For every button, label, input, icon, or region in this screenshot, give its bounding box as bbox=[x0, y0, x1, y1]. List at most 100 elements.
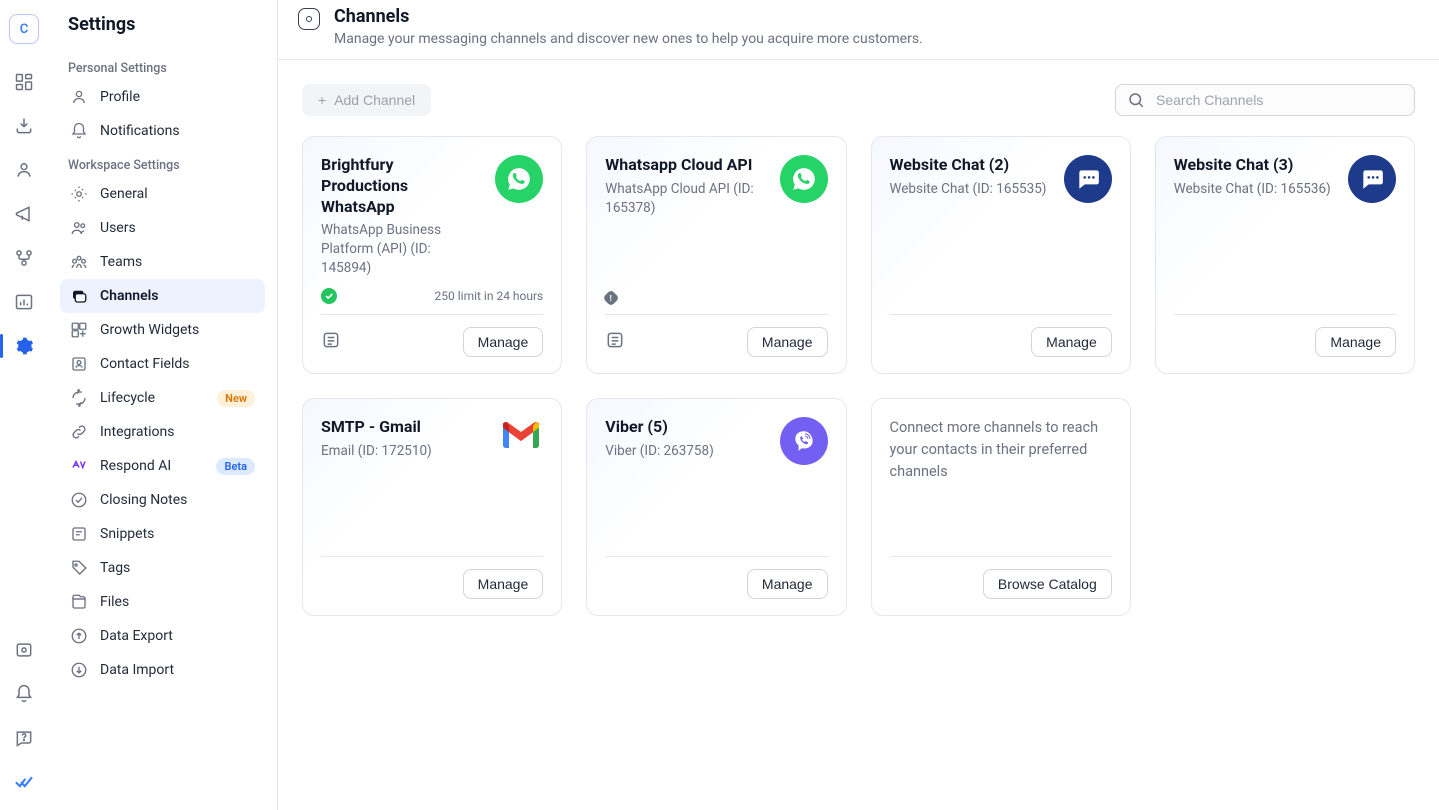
manage-button[interactable]: Manage bbox=[463, 327, 544, 357]
add-channel-button[interactable]: + Add Channel bbox=[302, 84, 431, 116]
sidebar-item-label: General bbox=[100, 186, 148, 202]
sidebar-item-teams[interactable]: Teams bbox=[60, 245, 265, 279]
sidebar-item-label: Integrations bbox=[100, 424, 174, 440]
sidebar-item-respond-ai[interactable]: Respond AI Beta bbox=[60, 449, 265, 483]
section-personal-settings: Personal Settings bbox=[60, 57, 265, 80]
sidebar-item-files[interactable]: Files bbox=[60, 585, 265, 619]
new-badge: New bbox=[217, 390, 255, 407]
user-icon bbox=[70, 88, 88, 106]
catalog-card: Connect more channels to reach your cont… bbox=[871, 398, 1131, 616]
import-icon bbox=[70, 661, 88, 679]
manage-button[interactable]: Manage bbox=[747, 569, 828, 599]
gmail-icon bbox=[499, 417, 543, 461]
sidebar-title: Settings bbox=[60, 14, 265, 35]
page-header: Channels Manage your messaging channels … bbox=[278, 0, 1439, 60]
channel-card: Whatsapp Cloud API WhatsApp Cloud API (ID… bbox=[586, 136, 846, 374]
rail-contact-icon[interactable] bbox=[8, 152, 40, 188]
sidebar-item-label: Tags bbox=[100, 560, 130, 576]
channel-subtitle: WhatsApp Cloud API (ID: 165378) bbox=[605, 180, 767, 218]
check-circle-icon bbox=[70, 491, 88, 509]
sidebar-item-data-import[interactable]: Data Import bbox=[60, 653, 265, 687]
sidebar-item-integrations[interactable]: Integrations bbox=[60, 415, 265, 449]
chat-icon bbox=[1348, 155, 1396, 203]
channel-card: SMTP - GmailEmail (ID: 172510)Manage bbox=[302, 398, 562, 616]
widget-icon bbox=[70, 321, 88, 339]
snippet-icon bbox=[70, 525, 88, 543]
viber-icon bbox=[780, 417, 828, 465]
add-channel-label: Add Channel bbox=[334, 92, 415, 108]
sidebar-item-label: Data Import bbox=[100, 662, 174, 678]
sidebar-item-general[interactable]: General bbox=[60, 177, 265, 211]
sidebar-item-label: Channels bbox=[100, 288, 159, 304]
rail-inbox-icon[interactable] bbox=[8, 108, 40, 144]
channels-icon bbox=[70, 287, 88, 305]
users-icon bbox=[70, 219, 88, 237]
sidebar-item-notifications[interactable]: Notifications bbox=[60, 114, 265, 148]
channel-card: Viber (5)Viber (ID: 263758)Manage bbox=[586, 398, 846, 616]
contact-icon bbox=[70, 355, 88, 373]
left-rail: C bbox=[0, 0, 48, 810]
bell-icon bbox=[70, 122, 88, 140]
manage-button[interactable]: Manage bbox=[1315, 327, 1396, 357]
manage-button[interactable]: Manage bbox=[1031, 327, 1112, 357]
whatsapp-icon bbox=[495, 155, 543, 203]
rail-workflow-icon[interactable] bbox=[8, 240, 40, 276]
channel-subtitle: WhatsApp Business Platform (API) (ID: 14… bbox=[321, 221, 483, 278]
main: Channels Manage your messaging channels … bbox=[278, 0, 1439, 810]
sidebar-item-contact-fields[interactable]: Contact Fields bbox=[60, 347, 265, 381]
status-warn-icon: ! bbox=[603, 290, 620, 307]
rail-dashboard-icon[interactable] bbox=[8, 64, 40, 100]
sidebar-item-label: Teams bbox=[100, 254, 142, 270]
sidebar-item-closing-notes[interactable]: Closing Notes bbox=[60, 483, 265, 517]
section-workspace-settings: Workspace Settings bbox=[60, 154, 265, 177]
rail-broadcast-icon[interactable] bbox=[8, 196, 40, 232]
feed-icon[interactable] bbox=[321, 330, 341, 354]
sidebar-item-tags[interactable]: Tags bbox=[60, 551, 265, 585]
channel-grid: Brightfury Productions WhatsAppWhatsApp … bbox=[302, 136, 1415, 616]
sidebar-item-label: Data Export bbox=[100, 628, 173, 644]
sidebar-item-growth-widgets[interactable]: Growth Widgets bbox=[60, 313, 265, 347]
rail-notifications-icon[interactable] bbox=[8, 676, 40, 712]
rail-support-icon[interactable] bbox=[8, 632, 40, 668]
plus-icon: + bbox=[318, 92, 326, 108]
sidebar-item-channels[interactable]: Channels bbox=[60, 279, 265, 313]
sidebar-item-snippets[interactable]: Snippets bbox=[60, 517, 265, 551]
page-title: Channels bbox=[334, 6, 923, 27]
rail-logo-icon[interactable] bbox=[8, 764, 40, 800]
channel-subtitle: Website Chat (ID: 165536) bbox=[1174, 180, 1336, 199]
search-icon bbox=[1127, 91, 1145, 109]
sidebar-item-label: Users bbox=[100, 220, 136, 236]
catalog-text: Connect more channels to reach your cont… bbox=[890, 417, 1112, 482]
rail-help-icon[interactable] bbox=[8, 720, 40, 756]
rail-reports-icon[interactable] bbox=[8, 284, 40, 320]
workspace-avatar[interactable]: C bbox=[9, 14, 39, 44]
export-icon bbox=[70, 627, 88, 645]
file-icon bbox=[70, 593, 88, 611]
lifecycle-icon bbox=[70, 389, 88, 407]
sidebar-item-data-export[interactable]: Data Export bbox=[60, 619, 265, 653]
channels-header-icon bbox=[298, 8, 320, 30]
page-description: Manage your messaging channels and disco… bbox=[334, 31, 923, 47]
chat-icon bbox=[1064, 155, 1112, 203]
channel-card: Website Chat (3) Website Chat (ID: 165536… bbox=[1155, 136, 1415, 374]
sidebar-item-label: Files bbox=[100, 594, 129, 610]
channel-title: Whatsapp Cloud API bbox=[605, 155, 767, 176]
rail-settings-icon[interactable] bbox=[8, 328, 40, 364]
browse-catalog-button[interactable]: Browse Catalog bbox=[983, 569, 1112, 599]
channel-title: Website Chat (3) bbox=[1174, 155, 1336, 176]
sidebar-item-label: Profile bbox=[100, 89, 140, 105]
sidebar-item-profile[interactable]: Profile bbox=[60, 80, 265, 114]
settings-icon bbox=[70, 185, 88, 203]
manage-button[interactable]: Manage bbox=[463, 569, 544, 599]
feed-icon[interactable] bbox=[605, 330, 625, 354]
sidebar-item-lifecycle[interactable]: Lifecycle New bbox=[60, 381, 265, 415]
manage-button[interactable]: Manage bbox=[747, 327, 828, 357]
ai-icon bbox=[70, 457, 88, 475]
link-icon bbox=[70, 423, 88, 441]
channel-card: Brightfury Productions WhatsAppWhatsApp … bbox=[302, 136, 562, 374]
search-input[interactable] bbox=[1115, 84, 1415, 116]
whatsapp-icon bbox=[780, 155, 828, 203]
beta-badge: Beta bbox=[216, 458, 255, 475]
sidebar-item-label: Snippets bbox=[100, 526, 154, 542]
sidebar-item-users[interactable]: Users bbox=[60, 211, 265, 245]
